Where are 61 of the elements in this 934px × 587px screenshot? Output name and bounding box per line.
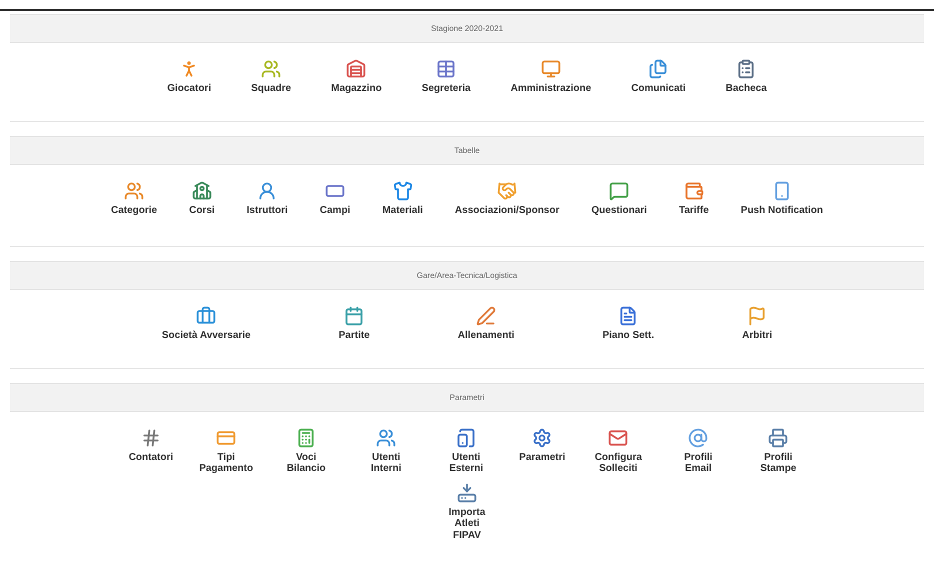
menu-item[interactable]: Voci Bilancio — [277, 426, 336, 476]
menu-item[interactable]: Profili Email — [669, 426, 728, 476]
menu-item[interactable]: Categorie — [108, 178, 160, 218]
menu-item[interactable]: Giocatori — [165, 57, 214, 96]
section-title: Stagione 2020-2021 — [430, 24, 504, 33]
people-icon — [376, 428, 396, 448]
menu-item[interactable]: Parametri — [517, 426, 568, 476]
menu-item[interactable]: Allenamenti — [456, 304, 516, 344]
menu-item[interactable]: Utenti Interni — [357, 426, 416, 476]
calculator-icon — [296, 428, 316, 448]
menu-item[interactable]: Amministrazione — [508, 57, 594, 96]
menu-item[interactable]: Piano Sett. — [600, 304, 656, 344]
warehouse-icon — [346, 59, 366, 79]
chat-icon — [609, 180, 630, 200]
printer-icon — [768, 428, 788, 448]
settings-icon — [532, 428, 552, 448]
menu-item[interactable]: Contatori — [126, 426, 176, 476]
menu-item[interactable]: Bacheca — [724, 57, 769, 96]
menu-item[interactable]: Corsi — [187, 178, 217, 218]
people-icon — [124, 180, 144, 200]
menu-item[interactable]: Configura Solleciti — [589, 426, 648, 476]
handshake-icon — [497, 180, 518, 200]
menu-item[interactable]: Società Avversarie — [160, 304, 253, 344]
menu-item[interactable]: Push Notification — [738, 178, 826, 218]
mail-icon — [608, 428, 628, 448]
monitor-icon — [540, 59, 561, 79]
menu-item[interactable]: Magazzino — [329, 57, 384, 96]
menu-item[interactable]: Arbitri — [740, 304, 774, 344]
import-icon — [457, 482, 477, 502]
menu-item[interactable]: Campi — [318, 178, 352, 218]
section-title: Gare/Area-Tecnica/Logistica — [416, 271, 518, 280]
calendar-icon — [344, 306, 364, 326]
person-icon — [257, 180, 278, 200]
devices-icon — [456, 428, 476, 448]
menu-item[interactable]: Profili Stampe — [749, 426, 808, 476]
menu-item[interactable]: Importa Atleti FIPAV — [438, 480, 496, 543]
menu-item[interactable]: Questionari — [589, 178, 649, 218]
menu-item[interactable]: Tariffe — [676, 178, 711, 218]
shirt-icon — [392, 180, 413, 200]
section-title: Tabelle — [454, 146, 480, 154]
clipboard-icon — [736, 59, 756, 79]
flag-icon — [747, 306, 768, 326]
menu-item[interactable]: Squadre — [249, 57, 294, 96]
people-icon — [261, 59, 282, 79]
menu-item[interactable]: Associazioni/Sponsor — [452, 178, 562, 218]
menu-item[interactable]: Materiali — [380, 178, 425, 218]
section-title: Parametri — [450, 392, 484, 402]
menu-item[interactable]: Tipi Pagamento — [197, 426, 256, 476]
menu-item[interactable]: Utenti Esterni — [437, 426, 496, 476]
at-sign-icon — [688, 428, 708, 448]
menu-item[interactable]: Comunicati — [629, 57, 688, 96]
wallet-icon — [684, 180, 704, 200]
menu-item[interactable]: Partite — [336, 304, 372, 344]
school-icon — [192, 180, 212, 200]
menu-item[interactable]: Segreteria — [420, 57, 473, 96]
pen-icon — [476, 306, 496, 326]
documents-icon — [648, 59, 668, 79]
document-icon — [618, 306, 638, 326]
menu-item[interactable]: Istruttori — [244, 178, 290, 218]
briefcase-icon — [196, 306, 216, 326]
table-icon — [436, 59, 456, 79]
